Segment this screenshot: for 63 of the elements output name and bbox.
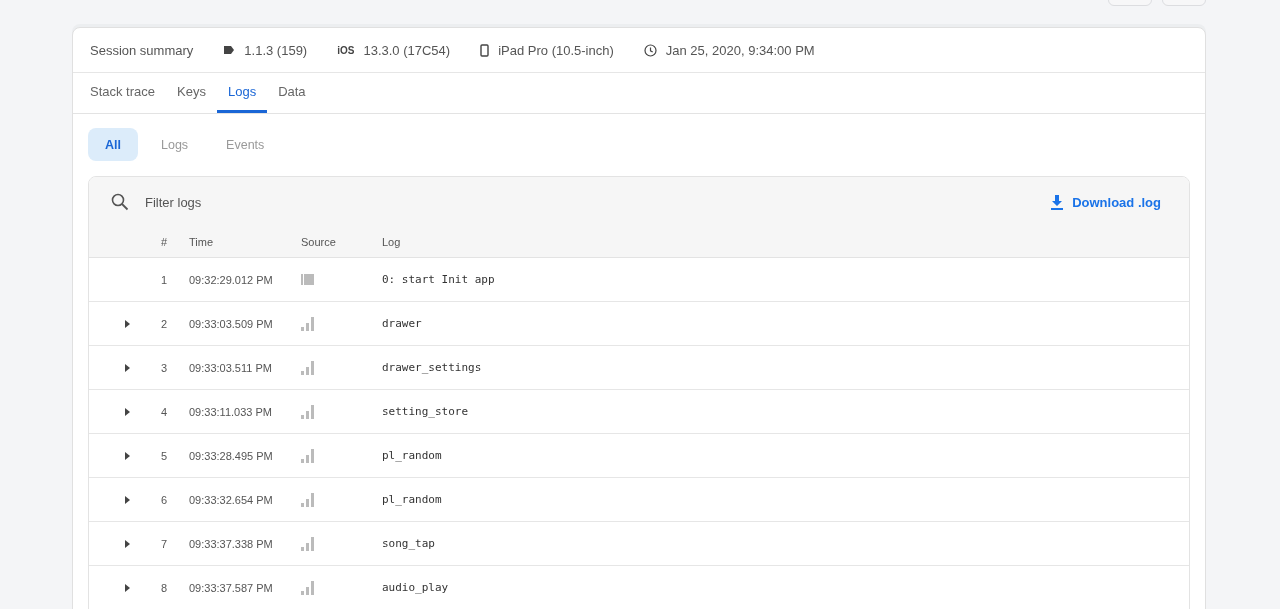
column-header: Log xyxy=(382,236,402,248)
table-cell-text: 5 xyxy=(161,449,169,462)
download-icon xyxy=(1050,194,1065,210)
signal-bars-icon xyxy=(301,580,314,595)
tag-icon xyxy=(223,45,236,55)
tab[interactable]: Stack trace xyxy=(79,73,167,113)
tab[interactable]: Keys xyxy=(166,73,217,113)
tablet-icon xyxy=(480,43,490,57)
search-icon xyxy=(111,193,129,211)
table-cell-text: 09:32:29.012 PM xyxy=(189,273,274,286)
download-button[interactable]: Download .log xyxy=(1044,193,1167,211)
expand-caret-icon[interactable] xyxy=(125,495,130,504)
expand-caret-icon[interactable] xyxy=(125,363,130,372)
table-cell-text: 3 xyxy=(161,361,169,374)
table-cell-text: 8 xyxy=(161,581,169,594)
table-cell-text: 09:33:28.495 PM xyxy=(189,449,274,462)
signal-bars-icon xyxy=(301,536,314,551)
table-cell-text: 09:33:37.587 PM xyxy=(189,581,274,594)
block-icon xyxy=(301,274,314,285)
table-cell-text: 7 xyxy=(161,537,169,550)
table-cell-text: 2 xyxy=(161,317,169,330)
expand-caret-icon[interactable] xyxy=(125,319,130,328)
table-cell-text: 09:33:11.033 PM xyxy=(189,405,273,418)
filter-chip[interactable]: Events xyxy=(211,128,280,161)
log-message: audio_play xyxy=(382,581,450,594)
log-message: pl_random xyxy=(382,493,443,506)
os-version: 13.3.0 (17C54) xyxy=(363,42,451,58)
log-message: drawer_settings xyxy=(382,361,483,374)
column-header: Source xyxy=(301,236,337,248)
signal-bars-icon xyxy=(301,404,314,419)
log-message: 0: start Init app xyxy=(382,273,496,286)
filter-chip[interactable]: All xyxy=(88,128,138,161)
column-header: # xyxy=(161,236,169,248)
table-cell-text: 4 xyxy=(161,405,169,418)
expand-caret-icon[interactable] xyxy=(125,583,130,592)
search-field[interactable]: Filter logs xyxy=(143,193,1031,211)
device-name: iPad Pro (10.5-inch) xyxy=(498,42,614,58)
expand-caret-icon[interactable] xyxy=(125,539,130,548)
table-cell-text: 1 xyxy=(161,273,169,286)
table-cell-text: 6 xyxy=(161,493,169,506)
expand-caret-icon[interactable] xyxy=(125,451,130,460)
table-cell-text: 09:33:37.338 PM xyxy=(189,537,274,550)
summary-title: Session summary xyxy=(90,42,194,58)
table-cell-text: 09:33:03.511 PM xyxy=(189,361,273,374)
signal-bars-icon xyxy=(301,492,314,507)
clock-icon xyxy=(643,43,657,57)
signal-bars-icon xyxy=(301,360,314,375)
signal-bars-icon xyxy=(301,448,314,463)
log-message: pl_random xyxy=(382,449,443,462)
app-version: 1.1.3 (159) xyxy=(244,42,308,58)
table-cell-text: 09:33:03.509 PM xyxy=(189,317,274,330)
filter-chip[interactable]: Logs xyxy=(146,128,204,161)
log-message: setting_store xyxy=(382,405,470,418)
os-label: iOS xyxy=(337,44,355,56)
tab[interactable]: Logs xyxy=(216,73,268,113)
tab[interactable]: Data xyxy=(267,73,317,113)
signal-bars-icon xyxy=(301,316,314,331)
log-message: song_tap xyxy=(382,537,436,550)
session-date: Jan 25, 2020, 9:34:00 PM xyxy=(665,42,815,58)
expand-caret-icon[interactable] xyxy=(125,407,130,416)
column-header: Time xyxy=(189,236,215,248)
table-cell-text: 09:33:32.654 PM xyxy=(189,493,274,506)
log-message: drawer xyxy=(382,317,423,330)
